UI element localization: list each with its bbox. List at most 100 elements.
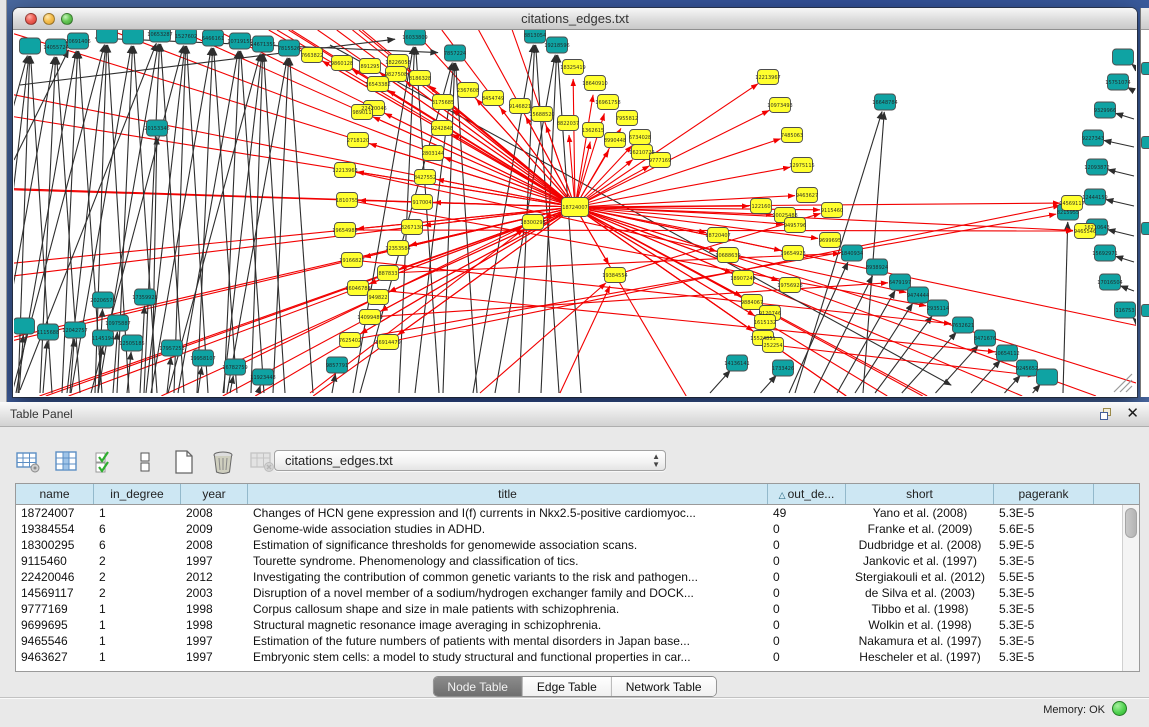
cell-out_de[interactable]: 0 <box>768 553 846 569</box>
cell-title[interactable]: Corpus callosum shape and size in male p… <box>248 601 768 617</box>
cell-name[interactable]: 9115460 <box>16 553 94 569</box>
cell-title[interactable]: Estimation of the future numbers of pati… <box>248 633 768 649</box>
cell-out_de[interactable]: 0 <box>768 537 846 553</box>
cell-pagerank[interactable]: 5.9E-5 <box>994 537 1094 553</box>
cell-title[interactable]: Tourette syndrome. Phenomenology and cla… <box>248 553 768 569</box>
table-row[interactable]: 1872400712008Changes of HCN gene express… <box>16 505 1139 521</box>
cell-year[interactable]: 2012 <box>181 569 248 585</box>
cell-name[interactable]: 18300295 <box>16 537 94 553</box>
cell-in_degree[interactable]: 1 <box>94 633 181 649</box>
cell-year[interactable]: 1997 <box>181 649 248 665</box>
table-type-tabs[interactable]: Node TableEdge TableNetwork Table <box>432 676 716 697</box>
table-row[interactable]: 1456911722003Disruption of a novel membe… <box>16 585 1139 601</box>
cell-title[interactable]: Estimation of significance thresholds fo… <box>248 537 768 553</box>
cell-out_de[interactable]: 0 <box>768 633 846 649</box>
cell-pagerank[interactable]: 5.3E-5 <box>994 617 1094 633</box>
graph-node[interactable] <box>97 30 118 43</box>
column-header-short[interactable]: short <box>846 484 994 504</box>
memory-status-indicator[interactable] <box>1112 701 1127 716</box>
cell-short[interactable]: Wolkin et al. (1998) <box>846 617 994 633</box>
cell-pagerank[interactable]: 5.3E-5 <box>994 505 1094 521</box>
tab-edge-table[interactable]: Edge Table <box>523 677 612 696</box>
network-canvas[interactable]: 1405572420691406106532871527602646616110… <box>14 30 1136 396</box>
cell-name[interactable]: 14569117 <box>16 585 94 601</box>
cell-pagerank[interactable]: 5.6E-5 <box>994 521 1094 537</box>
modify-table-icon[interactable] <box>14 449 42 475</box>
cell-out_de[interactable]: 49 <box>768 505 846 521</box>
cell-title[interactable]: Investigating the contribution of common… <box>248 569 768 585</box>
cell-short[interactable]: Franke et al. (2009) <box>846 521 994 537</box>
cell-name[interactable]: 9465546 <box>16 633 94 649</box>
table-selector-combobox[interactable]: citations_edges.txt ▲▼ <box>274 450 666 471</box>
network-window-titlebar[interactable]: citations_edges.txt <box>13 8 1137 30</box>
column-header-name[interactable]: name <box>16 484 94 504</box>
tab-network-table[interactable]: Network Table <box>612 677 716 696</box>
cell-year[interactable]: 1998 <box>181 617 248 633</box>
cell-title[interactable]: Changes of HCN gene expression and I(f) … <box>248 505 768 521</box>
cell-out_de[interactable]: 0 <box>768 585 846 601</box>
cell-in_degree[interactable]: 2 <box>94 553 181 569</box>
graph-node[interactable] <box>14 318 35 334</box>
cell-in_degree[interactable]: 6 <box>94 521 181 537</box>
graph-node[interactable] <box>1037 369 1058 385</box>
cell-short[interactable]: Hescheler et al. (1997) <box>846 649 994 665</box>
cell-short[interactable]: Stergiakouli et al. (2012) <box>846 569 994 585</box>
cell-pagerank[interactable]: 5.3E-5 <box>994 585 1094 601</box>
select-column-icon[interactable] <box>53 449 81 475</box>
cell-year[interactable]: 1997 <box>181 633 248 649</box>
node-table[interactable]: namein_degreeyeartitle△out_de...shortpag… <box>15 483 1140 672</box>
citation-network-graph[interactable]: 1405572420691406106532871527602646616110… <box>14 30 1136 396</box>
table-row[interactable]: 946362711997Embryonic stem cells: a mode… <box>16 649 1139 665</box>
network-window[interactable]: citations_edges.txt 14055724206914061065… <box>13 8 1137 397</box>
cell-name[interactable]: 22420046 <box>16 569 94 585</box>
cell-out_de[interactable]: 0 <box>768 601 846 617</box>
graph-node[interactable] <box>123 30 144 44</box>
table-body[interactable]: 18724007 1 2008Changes of HCN gene express… <box>16 505 1139 665</box>
cell-short[interactable]: Nakamura et al. (1997) <box>846 633 994 649</box>
tab-node-table[interactable]: Node Table <box>433 677 523 696</box>
cell-title[interactable]: Embryonic stem cells: a model to study s… <box>248 649 768 665</box>
scrollbar-thumb[interactable] <box>1125 508 1137 538</box>
cell-year[interactable]: 2009 <box>181 521 248 537</box>
cell-short[interactable]: de Silva et al. (2003) <box>846 585 994 601</box>
cell-short[interactable]: Dudbridge et al. (2008) <box>846 537 994 553</box>
cell-year[interactable]: 2008 <box>181 505 248 521</box>
delete-icon[interactable] <box>209 449 237 475</box>
cell-pagerank[interactable]: 5.3E-5 <box>994 601 1094 617</box>
cell-title[interactable]: Genome-wide association studies in ADHD. <box>248 521 768 537</box>
cell-pagerank[interactable]: 5.3E-5 <box>994 649 1094 665</box>
cell-out_de[interactable]: 0 <box>768 521 846 537</box>
cell-in_degree[interactable]: 2 <box>94 585 181 601</box>
cell-name[interactable]: 9463627 <box>16 649 94 665</box>
cell-title[interactable]: Disruption of a novel member of a sodium… <box>248 585 768 601</box>
cell-name[interactable]: 9699695 <box>16 617 94 633</box>
cell-short[interactable]: Tibbo et al. (1998) <box>846 601 994 617</box>
column-header-out_de[interactable]: △out_de... <box>768 484 846 504</box>
column-header-year[interactable]: year <box>181 484 248 504</box>
cell-out_de[interactable]: 0 <box>768 569 846 585</box>
cell-out_de[interactable]: 0 <box>768 649 846 665</box>
cell-pagerank[interactable]: 5.3E-5 <box>994 633 1094 649</box>
cell-in_degree[interactable]: 1 <box>94 601 181 617</box>
cell-name[interactable]: 9777169 <box>16 601 94 617</box>
table-row[interactable]: 977716911998Corpus callosum shape and si… <box>16 601 1139 617</box>
column-header-in_degree[interactable]: in_degree <box>94 484 181 504</box>
cell-name[interactable]: 19384554 <box>16 521 94 537</box>
cell-out_de[interactable]: 0 <box>768 617 846 633</box>
cell-year[interactable]: 1998 <box>181 601 248 617</box>
cell-year[interactable]: 1997 <box>181 553 248 569</box>
cell-pagerank[interactable]: 5.5E-5 <box>994 569 1094 585</box>
table-row[interactable]: 1938455462009Genome-wide association stu… <box>16 521 1139 537</box>
graph-node[interactable] <box>1113 49 1134 65</box>
float-panel-icon[interactable] <box>1100 408 1113 421</box>
table-row[interactable]: 946554611997Estimation of the future num… <box>16 633 1139 649</box>
table-panel-titlebar[interactable]: Table Panel ✕ <box>0 402 1149 427</box>
vertical-scrollbar[interactable] <box>1122 505 1139 671</box>
table-row[interactable]: 969969511998Structural magnetic resonanc… <box>16 617 1139 633</box>
cell-pagerank[interactable]: 5.3E-5 <box>994 553 1094 569</box>
cell-title[interactable]: Structural magnetic resonance image aver… <box>248 617 768 633</box>
cell-name[interactable]: 18724007 <box>16 505 94 521</box>
row-height-icon[interactable] <box>131 449 159 475</box>
cell-year[interactable]: 2008 <box>181 537 248 553</box>
table-row[interactable]: 1830029562008Estimation of significance … <box>16 537 1139 553</box>
